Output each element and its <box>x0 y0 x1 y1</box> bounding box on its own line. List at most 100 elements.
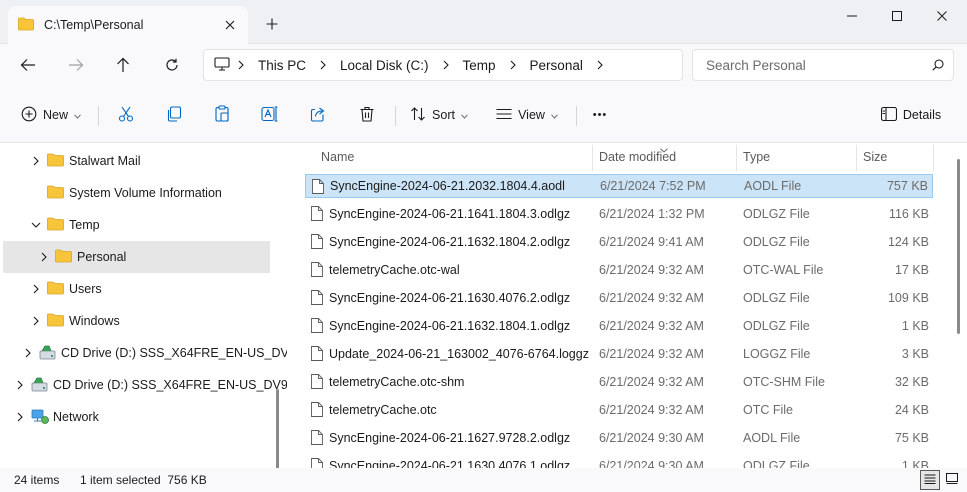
breadcrumb-temp[interactable]: Temp <box>457 58 502 73</box>
cut-button[interactable] <box>112 99 140 131</box>
share-button[interactable] <box>304 99 332 131</box>
new-button[interactable]: New <box>16 99 86 131</box>
file-row[interactable]: SyncEngine-2024-06-21.1627.9728.2.odlgz 6… <box>305 426 933 450</box>
file-date-modified: 6/21/2024 9:32 AM <box>599 263 704 277</box>
column-size[interactable]: Size <box>863 143 887 171</box>
minimize-icon[interactable] <box>827 0 877 32</box>
tab-current[interactable]: C:\Temp\Personal <box>8 6 248 44</box>
file-size: 17 KB <box>894 263 929 277</box>
file-row[interactable]: SyncEngine-2024-06-21.1641.1804.3.odlgz 6… <box>305 202 933 226</box>
sidebar-item[interactable]: System Volume Information <box>3 177 270 209</box>
sidebar-item[interactable]: Temp <box>3 209 270 241</box>
chevron-right-icon[interactable] <box>312 60 334 70</box>
file-size: 124 KB <box>887 235 929 249</box>
plus-icon[interactable] <box>258 10 286 38</box>
sidebar-item[interactable]: Stalwart Mail <box>3 145 270 177</box>
file-row[interactable]: SyncEngine-2024-06-21.1630.4076.2.odlgz 6… <box>305 286 933 310</box>
column-divider[interactable] <box>856 145 857 171</box>
navigation-pane[interactable]: Stalwart Mail System Volume Information Te… <box>0 143 287 468</box>
file-name: SyncEngine-2024-06-21.1632.1804.2.odlgz <box>329 235 571 249</box>
sidebar-item[interactable]: Users <box>3 273 270 305</box>
toolbar-divider <box>395 106 396 126</box>
up-arrow-icon[interactable] <box>106 50 140 80</box>
refresh-icon[interactable] <box>155 50 189 80</box>
file-icon <box>311 402 323 420</box>
sidebar-item-label: Windows <box>69 314 120 328</box>
file-date-modified: 6/21/2024 1:32 PM <box>599 207 705 221</box>
file-date-modified: 6/21/2024 9:32 AM <box>599 291 704 305</box>
chevron-right-icon[interactable] <box>28 281 44 297</box>
computer-icon[interactable] <box>214 56 230 74</box>
file-row[interactable]: Update_2024-06-21_163002_4076-6764.loggz… <box>305 342 933 366</box>
chevron-right-icon[interactable] <box>12 377 28 393</box>
column-divider[interactable] <box>592 145 593 171</box>
sidebar-item[interactable]: Personal <box>3 241 270 273</box>
file-row[interactable]: telemetryCache.otc-wal 6/21/2024 9:32 AM O… <box>305 258 933 282</box>
sort-button[interactable]: Sort <box>408 99 470 131</box>
file-list[interactable]: Name Date modified Type Size SyncEngine-… <box>288 143 967 468</box>
file-row[interactable]: SyncEngine-2024-06-21.1632.1804.1.odlgz 6… <box>305 314 933 338</box>
file-row[interactable]: SyncEngine-2024-06-21.2032.1804.4.aodl 6/… <box>305 174 933 198</box>
details-view-button[interactable] <box>920 470 940 490</box>
forward-arrow-icon[interactable] <box>59 50 93 80</box>
breadcrumb-this-pc[interactable]: This PC <box>252 58 312 73</box>
sidebar-item[interactable]: CD Drive (D:) SSS_X64FRE_EN-US_DV9 <box>3 369 287 401</box>
copy-button[interactable] <box>160 99 188 131</box>
chevron-right-icon[interactable] <box>28 313 44 329</box>
list-view-icon <box>496 108 512 123</box>
file-icon <box>311 374 323 392</box>
back-arrow-icon[interactable] <box>11 50 45 80</box>
details-label: Details <box>902 108 942 122</box>
paste-button[interactable] <box>208 99 236 131</box>
rename-button[interactable] <box>256 99 284 131</box>
breadcrumb-personal[interactable]: Personal <box>524 58 589 73</box>
file-row[interactable]: telemetryCache.otc 6/21/2024 9:32 AM OTC F… <box>305 398 933 422</box>
chevron-right-icon[interactable] <box>589 60 611 70</box>
chevron-down-icon[interactable] <box>28 217 44 233</box>
chevron-right-icon[interactable] <box>36 249 52 265</box>
close-tab-icon[interactable] <box>216 11 244 39</box>
sidebar-item[interactable]: Network <box>3 401 270 433</box>
breadcrumb-local-disk[interactable]: Local Disk (C:) <box>334 58 435 73</box>
cd-drive-icon <box>31 377 49 393</box>
file-size: 757 KB <box>886 179 928 193</box>
chevron-right-icon[interactable] <box>28 153 44 169</box>
chevron-right-icon[interactable] <box>502 60 524 70</box>
file-date-modified: 6/21/2024 9:32 AM <box>599 319 704 333</box>
view-button[interactable]: View <box>494 99 560 131</box>
file-size: 3 KB <box>901 347 929 361</box>
selection-info: 1 item selected 756 KB <box>80 473 207 487</box>
file-row[interactable]: telemetryCache.otc-shm 6/21/2024 9:32 AM O… <box>305 370 933 394</box>
search-input[interactable]: Search Personal <box>692 49 954 81</box>
chevron-right-icon[interactable] <box>230 60 252 70</box>
tiles-view-button[interactable] <box>942 470 962 490</box>
address-bar[interactable]: This PC Local Disk (C:) Temp Personal <box>203 49 683 81</box>
plus-circle-icon <box>21 106 37 125</box>
more-options-button[interactable]: ••• <box>586 99 614 131</box>
chevron-right-icon[interactable] <box>20 345 36 361</box>
sidebar-item[interactable]: Windows <box>3 305 270 337</box>
file-icon <box>311 430 323 448</box>
details-button[interactable]: Details <box>878 99 944 131</box>
sidebar-item-label: Network <box>53 410 99 424</box>
file-row[interactable]: SyncEngine-2024-06-21.1632.1804.2.odlgz 6… <box>305 230 933 254</box>
column-divider[interactable] <box>933 145 934 171</box>
column-divider[interactable] <box>736 145 737 171</box>
column-name[interactable]: Name <box>321 143 354 171</box>
sidebar-item-label: CD Drive (D:) SSS_X64FRE_EN-US_DV9 <box>61 346 287 360</box>
column-type[interactable]: Type <box>743 143 770 171</box>
file-type: OTC File <box>743 403 793 417</box>
file-row[interactable]: SyncEngine-2024-06-21.1630.4076.1.odlgz 6… <box>305 454 933 468</box>
chevron-right-icon[interactable] <box>435 60 457 70</box>
close-window-icon[interactable] <box>917 0 967 32</box>
file-icon <box>311 234 323 252</box>
delete-button[interactable] <box>353 99 381 131</box>
file-list-scrollbar[interactable] <box>957 159 960 334</box>
chevron-right-icon[interactable] <box>12 409 28 425</box>
maximize-icon[interactable] <box>872 0 922 32</box>
sidebar-scrollbar[interactable] <box>276 389 279 468</box>
search-icon[interactable] <box>923 59 953 71</box>
sidebar-item[interactable]: CD Drive (D:) SSS_X64FRE_EN-US_DV9 <box>3 337 287 369</box>
file-name: SyncEngine-2024-06-21.1630.4076.2.odlgz <box>329 291 571 305</box>
scissors-icon <box>118 106 134 125</box>
